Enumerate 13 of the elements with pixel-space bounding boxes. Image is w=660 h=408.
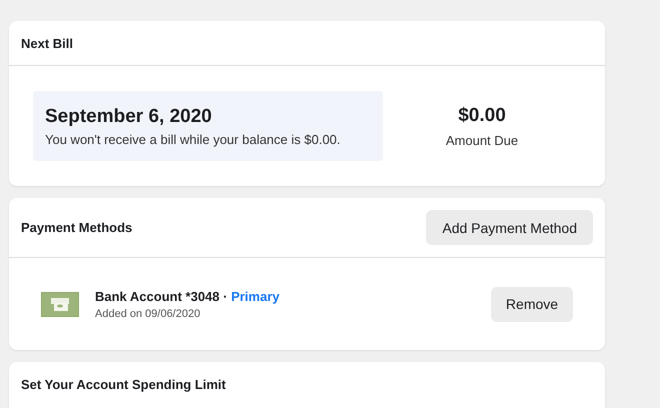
remove-button[interactable]: Remove xyxy=(491,286,573,322)
primary-link[interactable]: Primary xyxy=(231,288,280,304)
section-title: Set Your Account Spending Limit xyxy=(21,376,226,392)
bank-card-icon xyxy=(41,292,79,316)
section-title: Next Bill xyxy=(21,36,74,50)
bill-date: September 6, 2020 xyxy=(45,106,213,128)
added-date: Added on 09/06/2020 xyxy=(95,308,202,320)
account-name: Bank Account *3048 · Primary xyxy=(95,288,280,304)
bill-note: You won't receive a bill while your balance is $0.00. xyxy=(45,132,342,146)
add-payment-method-button[interactable]: Add Payment Method xyxy=(426,210,593,245)
amount-label: Amount Due xyxy=(446,132,518,148)
section-title: Payment Methods xyxy=(21,220,132,235)
amount-value: $0.00 xyxy=(458,104,506,126)
